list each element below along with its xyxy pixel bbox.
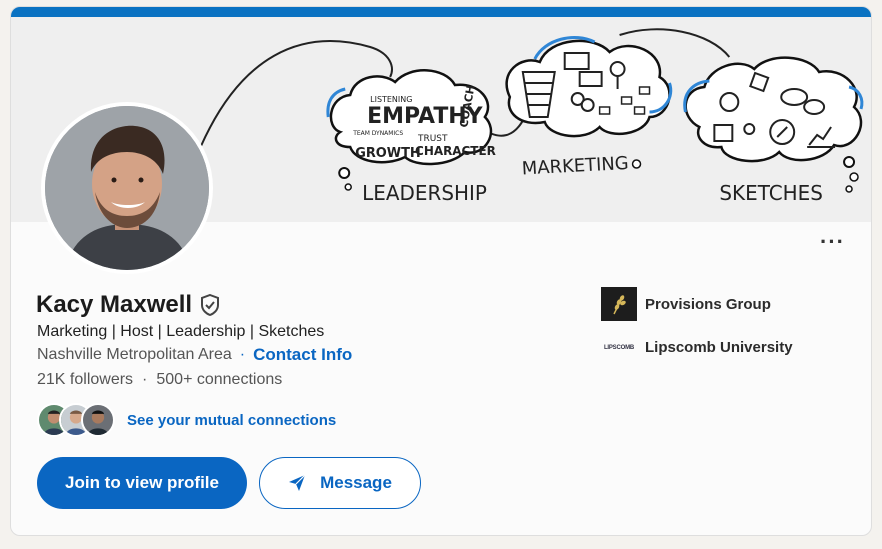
mutual-avatar — [81, 403, 115, 437]
join-to-view-profile-button[interactable]: Join to view profile — [37, 457, 247, 509]
profile-name: Kacy Maxwell — [36, 291, 193, 318]
banner-word-leadership: LEADERSHIP — [362, 181, 487, 205]
followers-count: 21K followers — [37, 371, 134, 388]
network-stats: 21K followers · 500+ connections — [37, 371, 282, 389]
banner-word-listening: LISTENING — [370, 95, 412, 104]
separator-dot: · — [239, 346, 246, 363]
name-row: Kacy Maxwell — [36, 291, 220, 319]
organization-name: Provisions Group — [645, 295, 771, 313]
banner-word-team: TEAM DYNAMICS — [352, 130, 403, 137]
organization-lipscomb-university[interactable]: LIPSCOMB Lipscomb University — [601, 339, 793, 356]
banner-word-growth: GROWTH — [355, 146, 421, 161]
verified-shield-icon[interactable] — [200, 294, 220, 316]
profile-headline: Marketing | Host | Leadership | Sketches — [37, 323, 325, 340]
connections-count: 500+ connections — [156, 371, 283, 388]
organization-provisions-group[interactable]: Provisions Group — [601, 287, 771, 321]
lipscomb-logo-icon: LIPSCOMB — [601, 340, 637, 356]
more-options-button[interactable]: ··· — [820, 231, 845, 253]
mutual-connections-link[interactable]: See your mutual connections — [127, 412, 336, 429]
separator-dot: · — [142, 371, 148, 388]
contact-info-link[interactable]: Contact Info — [253, 345, 352, 365]
send-icon — [289, 474, 306, 491]
message-button[interactable]: Message — [259, 457, 421, 509]
lipscomb-logo-text: LIPSCOMB — [603, 344, 635, 351]
profile-photo — [45, 106, 209, 270]
profile-avatar[interactable] — [41, 102, 213, 274]
banner-word-character: CHARACTER — [415, 144, 496, 158]
profile-card: EMPATHY LISTENING TEAM DYNAMICS GROWTH T… — [10, 6, 872, 536]
mutual-avatars — [37, 403, 117, 437]
organization-name: Lipscomb University — [645, 339, 793, 356]
mutual-connections-row[interactable]: See your mutual connections — [37, 403, 336, 437]
profile-location: Nashville Metropolitan Area — [37, 346, 232, 363]
banner-word-sketches: SKETCHES — [719, 181, 823, 205]
banner-word-trust: TRUST — [417, 134, 448, 144]
message-button-label: Message — [320, 473, 392, 492]
location-row: Nashville Metropolitan Area · Contact In… — [37, 345, 352, 365]
provisions-group-logo-icon — [601, 287, 637, 321]
top-accent-bar — [11, 7, 871, 17]
